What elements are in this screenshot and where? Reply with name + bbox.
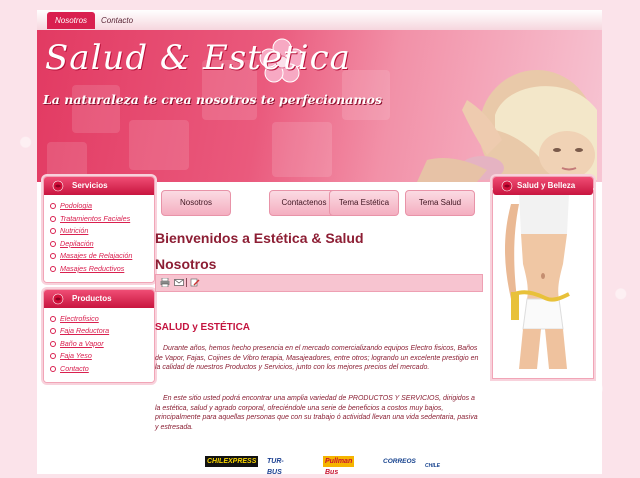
model-photo [417, 70, 597, 182]
beauty-title: Salud y Belleza [517, 181, 576, 190]
bullet-icon [50, 353, 56, 360]
list-item: Masajes de Relajación [50, 250, 150, 263]
header-banner: Salud & Estetica La naturaleza te crea n… [37, 30, 602, 182]
rose-icon [52, 293, 64, 304]
tab-button-tema-estetica[interactable]: Tema Estética [329, 190, 399, 216]
list-item: Depilación [50, 238, 150, 251]
services-box: Servicios Podologia Tratamientos Faciale… [43, 176, 155, 283]
bullet-icon [50, 340, 56, 347]
correos-logo[interactable]: CORREOS [381, 456, 418, 467]
left-sidebar: Servicios Podologia Tratamientos Faciale… [43, 176, 155, 389]
bullet-icon [50, 328, 56, 335]
list-item: Electrofisico [50, 313, 150, 326]
product-link-bano-vapor[interactable]: Baño a Vapor [60, 339, 104, 348]
toolbar-separator [186, 278, 187, 287]
product-link-faja-yeso[interactable]: Faja Yeso [60, 351, 92, 360]
tab-contacto[interactable]: Contacto [93, 12, 141, 29]
beauty-box: Salud y Belleza [492, 176, 594, 196]
products-list: Electrofisico Faja Reductora Baño a Vapo… [44, 307, 154, 382]
service-link-masajes-reductivos[interactable]: Masajes Reductivos [60, 264, 124, 273]
list-item: Tratamientos Faciales [50, 213, 150, 226]
list-item: Masajes Reductivos [50, 263, 150, 276]
pullman-bus-logo[interactable]: Pullman Bus [323, 456, 355, 476]
bullet-icon [50, 240, 56, 247]
bullet-icon [50, 228, 56, 235]
tab-nosotros[interactable]: Nosotros [47, 12, 96, 29]
correos-chile-logo: CHILE [425, 463, 440, 469]
service-link-depilacion[interactable]: Depilación [60, 239, 94, 248]
edit-icon[interactable] [190, 278, 200, 287]
fitness-photo [497, 194, 591, 369]
content-tabs: Nosotros Contactenos Tema Estética Tema … [161, 190, 491, 216]
bullet-icon [50, 253, 56, 260]
beauty-header: Salud y Belleza [493, 177, 593, 195]
list-item: Podologia [50, 200, 150, 213]
bullet-icon [50, 203, 56, 210]
service-link-masajes-relajacion[interactable]: Masajes de Relajación [60, 251, 132, 260]
print-icon[interactable] [160, 278, 170, 287]
site-slogan: La naturaleza te crea nosotros te perfec… [43, 92, 382, 107]
products-title: Productos [72, 293, 112, 303]
site-title: Salud & Estetica [45, 38, 351, 78]
product-link-contacto[interactable]: Contacto [60, 364, 89, 373]
service-link-nutricion[interactable]: Nutrición [60, 226, 88, 235]
bullet-icon [50, 366, 56, 373]
services-header: Servicios [44, 177, 154, 195]
chilexpress-logo[interactable]: CHILEXPRESS [205, 456, 259, 467]
services-list: Podologia Tratamientos Faciales Nutrició… [44, 195, 154, 282]
products-header: Productos [44, 289, 154, 308]
article-toolbar [155, 274, 483, 292]
top-navigation: Nosotros Contacto [37, 10, 602, 31]
list-item: Faja Reductora [50, 325, 150, 338]
welcome-heading: Bienvenidos a Estética & Salud [155, 230, 364, 246]
list-item: Baño a Vapor [50, 338, 150, 351]
services-title: Servicios [72, 181, 108, 190]
intro-paragraph: Durante años, hemos hecho presencia en e… [155, 345, 479, 372]
service-link-tratamientos[interactable]: Tratamientos Faciales [60, 214, 130, 223]
bullet-icon [50, 266, 56, 273]
right-sidebar: Salud y Belleza [492, 176, 594, 379]
turbus-logo[interactable]: TUR-BUS [265, 456, 286, 476]
rose-icon [501, 180, 513, 192]
bullet-icon [50, 315, 56, 322]
product-link-electrofisico[interactable]: Electrofisico [60, 314, 99, 323]
tab-button-tema-salud[interactable]: Tema Salud [405, 190, 475, 216]
email-icon[interactable] [174, 278, 184, 287]
rose-icon [52, 180, 64, 192]
list-item: Faja Yeso [50, 350, 150, 363]
service-link-podologia[interactable]: Podologia [60, 201, 92, 210]
tab-button-nosotros[interactable]: Nosotros [161, 190, 231, 216]
page-container: Nosotros Contacto Salud & Estetica La na… [37, 10, 602, 474]
product-link-faja-reductora[interactable]: Faja Reductora [60, 326, 109, 335]
bullet-icon [50, 215, 56, 222]
section-title: SALUD y ESTÉTICA [155, 322, 251, 333]
products-box: Productos Electrofisico Faja Reductora B… [43, 288, 155, 383]
list-item: Nutrición [50, 225, 150, 238]
list-item: Contacto [50, 363, 150, 376]
page-title: Nosotros [155, 256, 217, 272]
description-paragraph: En este sitio usted podrá encontrar una … [155, 395, 478, 431]
fitness-photo-frame [492, 190, 594, 379]
